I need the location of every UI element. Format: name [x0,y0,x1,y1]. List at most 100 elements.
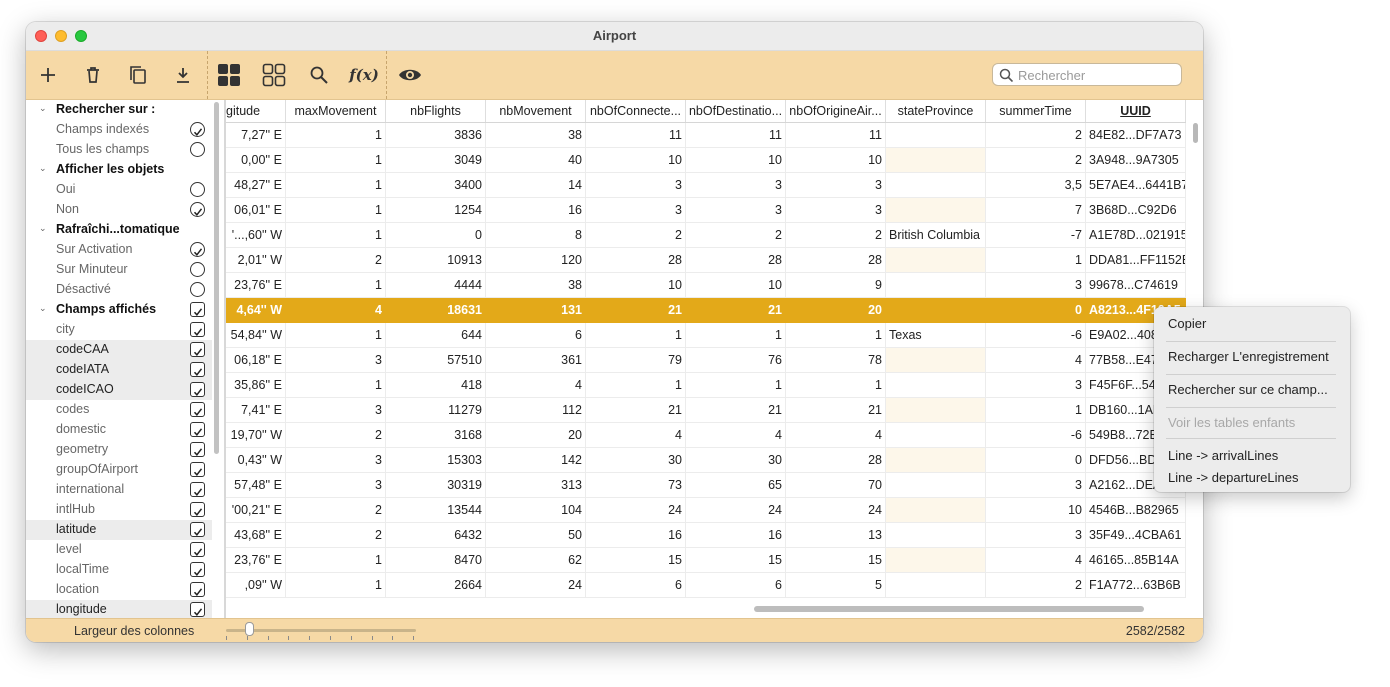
table-cell[interactable]: 4444 [386,273,486,298]
field-checkbox[interactable] [190,482,205,497]
table-cell[interactable]: 1 [586,323,686,348]
radio-button[interactable] [190,242,205,257]
table-cell[interactable] [886,248,986,273]
sidebar-option[interactable]: Désactivé [26,280,212,300]
table-cell[interactable]: 28 [586,248,686,273]
table-cell[interactable]: 1 [286,173,386,198]
field-checkbox[interactable] [190,422,205,437]
table-cell[interactable]: 4 [786,423,886,448]
table-row[interactable]: 06,01'' E 1 1254 16 3 3 3 7 3B68D...C92D6 [226,198,1186,223]
table-cell[interactable]: 4 [286,298,386,323]
search-field[interactable]: Rechercher [992,63,1182,86]
table-cell[interactable]: 24 [786,498,886,523]
sidebar-option[interactable]: codeIATA [26,360,212,380]
delete-button[interactable] [79,61,107,89]
table-cell[interactable]: 0 [986,448,1086,473]
table-cell[interactable]: 2 [786,223,886,248]
sidebar-option[interactable]: Champs indexés [26,120,212,140]
table-row[interactable]: 54,84'' W 1 644 6 1 1 1 Texas -6 E9A02...408 [226,323,1186,348]
sidebar-section-header[interactable]: ⌄ Afficher les objets [26,160,212,180]
table-cell[interactable]: 35F49...4CBA61 [1086,523,1186,548]
table-cell[interactable]: 23,76'' E [226,273,286,298]
context-menu-item[interactable]: Copier [1168,316,1206,331]
table-cell[interactable]: 2,01'' W [226,248,286,273]
table-cell[interactable]: 16 [586,523,686,548]
table-cell[interactable]: 7,27'' E [226,123,286,148]
sidebar-option[interactable]: location [26,580,212,600]
table-cell[interactable]: 14 [486,173,586,198]
field-checkbox[interactable] [190,362,205,377]
table-row[interactable]: 57,48'' E 3 30319 313 73 65 70 3 A2162...DEA [226,473,1186,498]
table-cell[interactable]: 10 [986,498,1086,523]
radio-button[interactable] [190,262,205,277]
column-width-slider-thumb[interactable] [245,622,254,636]
table-cell[interactable]: 15 [586,548,686,573]
table-cell[interactable]: 2 [286,248,386,273]
table-row[interactable]: '...,60'' W 1 0 8 2 2 2 British Columbia -7 A1E78… [226,223,1186,248]
table-cell[interactable]: 10 [686,148,786,173]
table-cell[interactable]: 1 [986,398,1086,423]
table-cell[interactable]: 65 [686,473,786,498]
preview-button[interactable] [396,61,424,89]
table-cell[interactable]: 3 [986,273,1086,298]
table-cell[interactable]: 0,43'' W [226,448,286,473]
table-cell[interactable]: 54,84'' W [226,323,286,348]
table-cell[interactable]: 10 [586,273,686,298]
table-cell[interactable]: 15303 [386,448,486,473]
table-cell[interactable]: 1 [286,548,386,573]
table-cell[interactable]: 10 [786,148,886,173]
table-cell[interactable]: 6432 [386,523,486,548]
table-cell[interactable]: 3 [286,398,386,423]
table-cell[interactable]: 1 [586,373,686,398]
table-cell[interactable]: 313 [486,473,586,498]
table-cell[interactable]: 19,70'' W [226,423,286,448]
table-cell[interactable]: 3 [286,473,386,498]
table-cell[interactable]: -6 [986,423,1086,448]
table-cell[interactable]: 10913 [386,248,486,273]
table-cell[interactable]: 1 [286,373,386,398]
table-cell[interactable]: 1 [286,223,386,248]
table-cell[interactable]: 13 [786,523,886,548]
table-vertical-scrollbar[interactable] [1193,123,1198,143]
table-cell[interactable]: 9 [786,273,886,298]
sidebar-option[interactable]: latitude [26,520,212,540]
add-button[interactable] [34,61,62,89]
table-cell[interactable]: 3 [786,173,886,198]
table-cell[interactable]: 6 [486,323,586,348]
table-cell[interactable]: 30319 [386,473,486,498]
field-checkbox[interactable] [190,382,205,397]
table-cell[interactable]: 24 [586,498,686,523]
table-cell[interactable] [886,298,986,323]
column-header[interactable]: nbOfConnecte... [586,100,686,122]
field-checkbox[interactable] [190,442,205,457]
search-button[interactable] [305,61,333,89]
sidebar-section-header[interactable]: ⌄ Champs affichés [26,300,212,320]
column-header[interactable]: nbOfDestinatio... [686,100,786,122]
sidebar-option[interactable]: Oui [26,180,212,200]
sidebar-option[interactable]: Tous les champs [26,140,212,160]
table-cell[interactable]: 16 [686,523,786,548]
table-cell[interactable]: 3 [686,173,786,198]
table-cell[interactable] [886,523,986,548]
table-row[interactable]: 06,18'' E 3 57510 361 79 76 78 4 77B58...E47 [226,348,1186,373]
sidebar-option[interactable]: Sur Minuteur [26,260,212,280]
table-cell[interactable]: 38 [486,273,586,298]
table-cell[interactable]: 21 [686,398,786,423]
table-cell[interactable]: 5 [786,573,886,598]
table-cell[interactable]: 6 [686,573,786,598]
table-cell[interactable]: 06,01'' E [226,198,286,223]
table-cell[interactable]: 38 [486,123,586,148]
table-cell[interactable]: 2 [286,498,386,523]
table-cell[interactable]: 11 [686,123,786,148]
table-cell[interactable]: 1 [286,323,386,348]
column-width-slider[interactable] [226,629,416,640]
context-menu-item[interactable]: Recharger L'enregistrement [1168,349,1329,364]
sidebar-section-header[interactable]: ⌄ Rechercher sur : [26,100,212,120]
table-cell[interactable]: 28 [786,248,886,273]
table-cell[interactable]: 2 [286,523,386,548]
sidebar-option[interactable]: Sur Activation [26,240,212,260]
table-row[interactable]: 23,76'' E 1 8470 62 15 15 15 4 46165...85B14A [226,548,1186,573]
table-cell[interactable] [886,473,986,498]
table-cell[interactable]: 131 [486,298,586,323]
sidebar-option[interactable]: level [26,540,212,560]
